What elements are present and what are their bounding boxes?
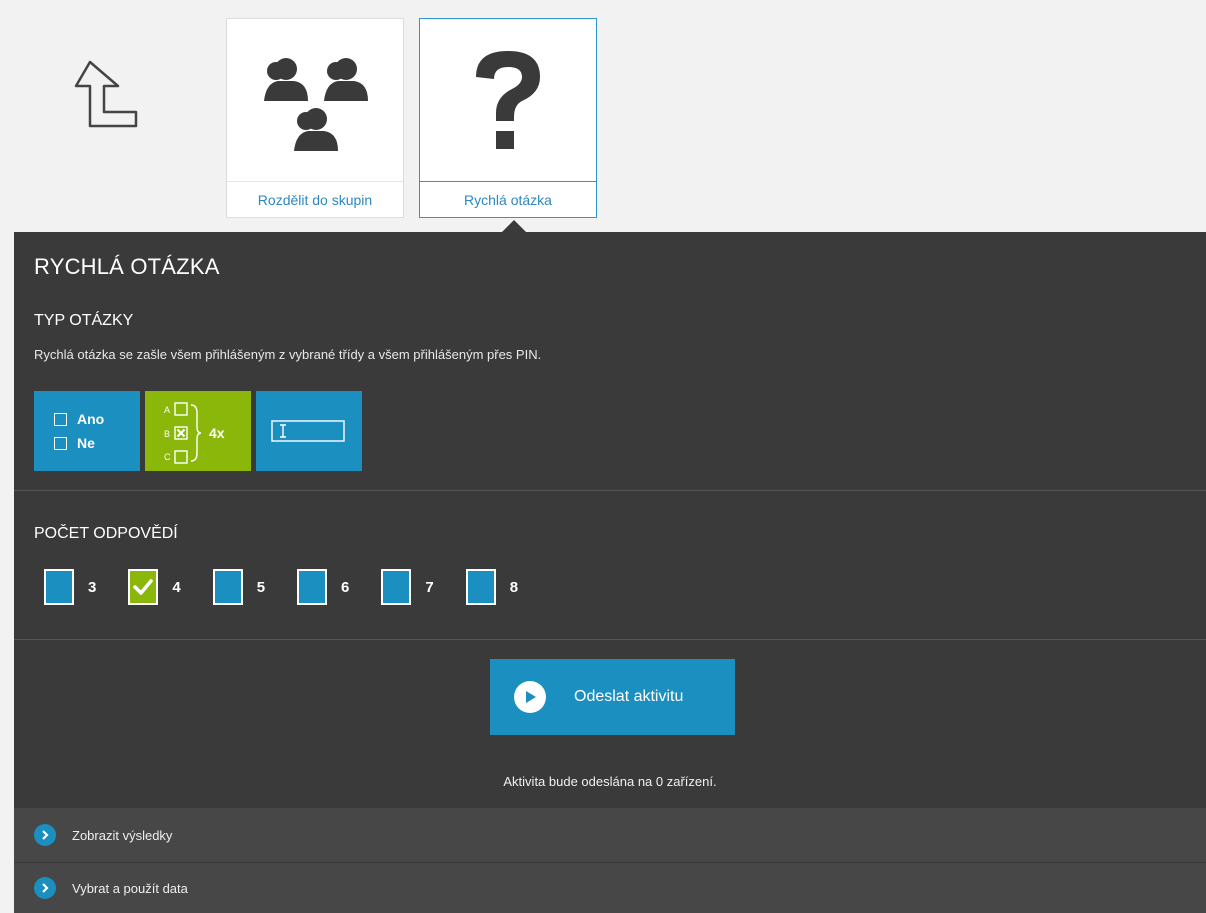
yes-no-type-button[interactable]: Ano Ne [34,391,140,471]
question-type-heading: TYP OTÁZKY [34,312,134,329]
option-letter: B [164,429,170,439]
answer-count-options: 3 4 5 6 7 8 [44,569,550,605]
multiple-choice-icon: A B C 4x [164,402,225,464]
option-number: 3 [88,578,97,596]
no-label: Ne [77,435,95,451]
answer-count-option-5[interactable]: 5 [212,569,266,605]
quick-question-tile[interactable]: Rychlá otázka [419,18,597,218]
checkbox[interactable] [381,569,412,605]
checkbox-icon [54,412,67,426]
chevron-right-icon [34,824,56,846]
split-groups-tile[interactable]: Rozdělit do skupin [226,18,404,218]
checkbox-icon [54,436,67,450]
checkbox[interactable] [465,569,496,605]
answer-count-option-6[interactable]: 6 [297,569,349,605]
checkbox[interactable] [128,569,159,605]
multiple-choice-type-button[interactable]: A B C 4x [145,391,251,471]
question-mark-icon [420,19,596,184]
device-count-note: Aktivita bude odeslána na 0 zařízení. [503,774,717,789]
tile-label: Rychlá otázka [420,181,596,217]
answer-count-option-8[interactable]: 8 [465,569,519,605]
accordion-label: Zobrazit výsledky [72,827,173,843]
panel-pointer [502,220,526,232]
back-arrow-icon[interactable] [70,56,160,136]
option-letter: C [164,452,171,462]
option-letter: A [164,405,170,415]
panel-title: RYCHLÁ OTÁZKA [34,254,220,279]
chevron-right-icon [34,877,56,899]
question-type-description: Rychlá otázka se zašle všem přihlášeným … [34,347,542,362]
yes-label: Ano [77,411,105,427]
answer-count-heading: POČET ODPOVĚDÍ [34,525,178,542]
divider [14,490,1206,491]
option-number: 5 [256,578,266,596]
accordion-show-results[interactable]: Zobrazit výsledky [14,808,1206,862]
choice-count: 4x [209,425,225,441]
option-number: 7 [425,578,434,596]
answer-count-option-3[interactable]: 3 [44,569,96,605]
accordion-select-data[interactable]: Vybrat a použít data [14,863,1206,913]
checkbox[interactable] [44,569,74,605]
accordion-label: Vybrat a použít data [72,880,188,896]
tile-label: Rozdělit do skupin [227,181,403,217]
answer-count-option-7[interactable]: 7 [381,569,434,605]
send-button-label: Odeslat aktivitu [574,688,684,705]
groups-icon [227,19,403,184]
play-icon [514,681,546,713]
divider [14,639,1206,640]
checkmark-icon [133,579,154,595]
activity-toolbar: Rozdělit do skupin Rychlá otázka [0,0,1206,232]
text-answer-type-button[interactable] [256,391,362,471]
option-number: 4 [172,578,181,596]
option-number: 8 [509,578,519,596]
answer-count-option-4[interactable]: 4 [128,569,181,605]
checkbox[interactable] [212,569,243,605]
checkbox[interactable] [297,569,328,605]
option-number: 6 [341,578,350,596]
send-activity-button[interactable]: Odeslat aktivitu [490,659,735,735]
text-input-icon [271,420,345,442]
quick-question-panel: RYCHLÁ OTÁZKA TYP OTÁZKY Rychlá otázka s… [14,232,1206,913]
